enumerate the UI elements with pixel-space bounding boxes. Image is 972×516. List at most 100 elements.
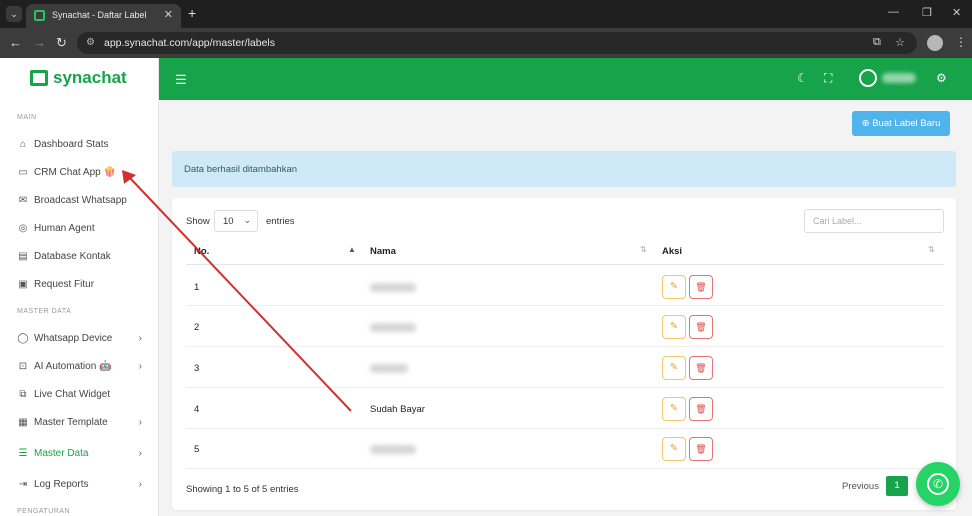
reload-icon[interactable]: ↻ [56, 35, 67, 51]
site-info-icon[interactable]: ⚙ [86, 37, 95, 48]
sidebar-item-master-data[interactable]: ☰ Master Data › [17, 446, 147, 464]
whatsapp-icon: ◯ [17, 333, 29, 344]
whatsapp-float-button[interactable]: ✆ [916, 462, 960, 506]
delete-trash-icon[interactable]: 🗑 [689, 437, 713, 461]
log-icon: ⇥ [18, 479, 28, 490]
edit-pencil-icon[interactable]: ✎ [662, 437, 686, 461]
sort-asc-icon[interactable]: ▲ [348, 245, 356, 254]
sidebar-item-crm-chat-app[interactable]: ▭ CRM Chat App 🍿 [17, 165, 147, 183]
sidebar-item-label: Database Kontak [34, 251, 111, 262]
minimize-icon[interactable]: — [888, 6, 899, 18]
robot-icon: ⊡ [18, 361, 28, 372]
column-header-aksi[interactable]: Aksi [662, 246, 682, 257]
row-name-blurred [370, 364, 408, 373]
home-icon: ⌂ [19, 139, 27, 150]
new-tab-button[interactable]: + [188, 5, 196, 21]
chevron-down-icon: ⌄ [243, 215, 251, 225]
delete-trash-icon[interactable]: 🗑 [689, 397, 713, 421]
sidebar-item-log-reports[interactable]: ⇥ Log Reports › [17, 477, 147, 495]
row-divider [186, 346, 944, 347]
fullscreen-icon[interactable]: ⛶ [824, 71, 832, 86]
omnibox[interactable]: ⚙ app.synachat.com/app/master/labels ⧉ ☆ [77, 32, 917, 54]
dark-mode-moon-icon[interactable]: ☾ [797, 71, 808, 85]
synachat-favicon-icon [34, 10, 45, 21]
restore-icon[interactable]: ❐ [922, 6, 932, 19]
pagination-page-1[interactable]: 1 [886, 476, 908, 496]
edit-pencil-icon[interactable]: ✎ [662, 315, 686, 339]
sidebar-item-label: Master Template [34, 417, 108, 428]
sidebar-item-label: Human Agent [34, 223, 95, 234]
sort-icon[interactable]: ⇅ [928, 245, 935, 254]
translate-icon[interactable]: ⧉ [873, 36, 881, 49]
settings-gear-icon[interactable]: ⚙ [936, 71, 947, 85]
sidebar-item-whatsapp-device[interactable]: ◯ Whatsapp Device › [17, 331, 147, 349]
close-tab-icon[interactable]: ✕ [164, 8, 173, 21]
logo-mark-icon [30, 70, 48, 86]
search-label-input[interactable] [804, 209, 944, 233]
profile-avatar[interactable] [927, 35, 943, 51]
forward-icon[interactable]: → [33, 35, 46, 50]
row-name-blurred [370, 445, 416, 454]
edit-pencil-icon[interactable]: ✎ [662, 397, 686, 421]
user-avatar-icon[interactable] [859, 69, 877, 87]
row-name-blurred [370, 323, 416, 332]
column-header-nama[interactable]: Nama [370, 246, 396, 257]
chat-icon: ▭ [18, 167, 28, 178]
top-header: ☰ ☾ ⛶ ⚙ [159, 58, 972, 100]
row-name-blurred [370, 283, 416, 292]
sidebar-item-master-template[interactable]: ▦ Master Template › [17, 415, 147, 433]
chevron-right-icon: › [138, 333, 142, 344]
sidebar-item-database-kontak[interactable]: ▤ Database Kontak [17, 249, 147, 267]
user-circle-icon: ◎ [18, 223, 28, 234]
section-master-data: MASTER DATA [17, 308, 72, 315]
entries-per-page-select[interactable]: 10 ⌄ [214, 210, 258, 232]
address-bar: ← → ↻ ⚙ app.synachat.com/app/master/labe… [0, 28, 972, 58]
delete-trash-icon[interactable]: 🗑 [689, 275, 713, 299]
create-label-button[interactable]: ⊕ Buat Label Baru [852, 111, 950, 136]
delete-trash-icon[interactable]: 🗑 [689, 356, 713, 380]
sidebar-item-label: Broadcast Whatsapp [34, 195, 127, 206]
header-divider [186, 264, 944, 265]
labels-table-card: Show 10 ⌄ entries No. ▲ Nama ⇅ Aksi ⇅ 1 … [172, 198, 956, 510]
alert-message: Data berhasil ditambahkan [184, 164, 298, 175]
tab-search-button[interactable]: ⌄ [6, 6, 22, 22]
hamburger-menu-icon[interactable]: ☰ [175, 72, 187, 88]
column-header-no[interactable]: No. [194, 246, 209, 257]
sidebar-item-label: Dashboard Stats [34, 139, 109, 150]
row-number: 1 [194, 282, 200, 293]
browser-menu-icon[interactable]: ⋮ [955, 35, 967, 49]
table-info: Showing 1 to 5 of 5 entries [186, 484, 299, 495]
sidebar-item-human-agent[interactable]: ◎ Human Agent [17, 221, 147, 239]
row-divider [186, 305, 944, 306]
edit-pencil-icon[interactable]: ✎ [662, 356, 686, 380]
edit-pencil-icon[interactable]: ✎ [662, 275, 686, 299]
chevron-right-icon: › [138, 448, 142, 459]
row-number: 5 [194, 444, 200, 455]
pagination-previous[interactable]: Previous [842, 481, 879, 492]
sidebar-item-ai-automation[interactable]: ⊡ AI Automation 🤖 › [17, 359, 147, 377]
sidebar-item-label: Whatsapp Device [34, 333, 113, 344]
sidebar-item-label: Request Fitur [34, 279, 95, 290]
bookmark-star-icon[interactable]: ☆ [895, 36, 905, 49]
url-text[interactable]: app.synachat.com/app/master/labels [104, 37, 275, 49]
browser-tab[interactable]: Synachat - Daftar Label ✕ [26, 4, 181, 28]
logo-text: synachat [53, 68, 127, 87]
sidebar-item-broadcast-whatsapp[interactable]: ✉ Broadcast Whatsapp [17, 193, 147, 211]
sidebar-item-request-fitur[interactable]: ▣ Request Fitur [17, 277, 147, 295]
chevron-right-icon: › [138, 479, 142, 490]
section-settings: PENGATURAN [17, 508, 71, 515]
delete-trash-icon[interactable]: 🗑 [689, 315, 713, 339]
sidebar-item-live-chat-widget[interactable]: ⧉ Live Chat Widget [17, 387, 147, 405]
contacts-icon: ▤ [18, 251, 28, 262]
user-name-blurred[interactable] [882, 73, 916, 83]
copy-icon: ⧉ [19, 389, 27, 400]
template-icon: ▦ [18, 417, 28, 428]
close-window-icon[interactable]: ✕ [952, 6, 961, 19]
row-number: 3 [194, 363, 200, 374]
chevron-right-icon: › [138, 361, 142, 372]
sort-icon[interactable]: ⇅ [640, 245, 647, 254]
back-icon[interactable]: ← [9, 35, 22, 50]
sidebar-item-dashboard-stats[interactable]: ⌂ Dashboard Stats [17, 137, 147, 155]
row-number: 4 [194, 404, 200, 415]
entries-label: entries [266, 216, 295, 227]
